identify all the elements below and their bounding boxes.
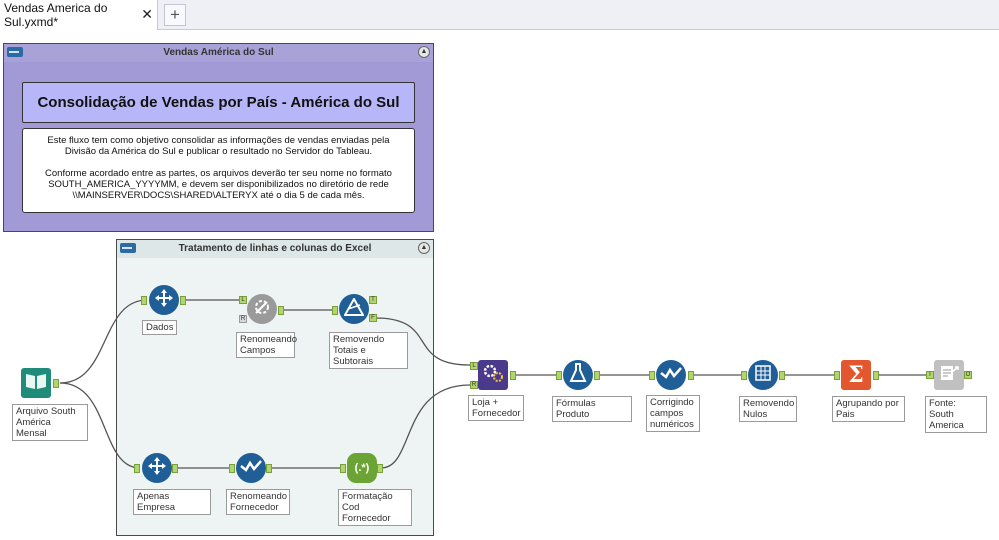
description-paragraph-1: Este fluxo tem como objetivo consolidar … — [47, 135, 390, 157]
data-cleansing-tool[interactable] — [748, 360, 778, 390]
comment-heading[interactable]: Consolidação de Vendas por País - Améric… — [22, 82, 415, 123]
input-anchor[interactable] — [229, 464, 235, 473]
output-anchor[interactable] — [779, 371, 785, 380]
comment-description[interactable]: Este fluxo tem como objetivo consolidar … — [22, 128, 415, 213]
formula-tool[interactable] — [563, 360, 593, 390]
input-anchor[interactable] — [834, 371, 840, 380]
book-icon — [25, 372, 47, 395]
input-anchor[interactable] — [340, 464, 346, 473]
output-anchor[interactable] — [377, 464, 383, 473]
input-anchor[interactable] — [141, 296, 147, 305]
container-icon — [120, 243, 136, 253]
container-header[interactable]: Tratamento de linhas e colunas do Excel … — [117, 240, 433, 258]
regex-icon: (.*) — [354, 462, 370, 474]
output-anchor[interactable] — [266, 464, 272, 473]
collapse-icon[interactable]: ▲ — [418, 242, 430, 254]
input-anchor[interactable]: I — [926, 371, 934, 379]
filter-triangle-icon — [343, 296, 365, 321]
select-arrows-icon — [147, 456, 167, 481]
description-paragraph-2: Conforme acordado entre as partes, os ar… — [45, 168, 392, 201]
output-anchor[interactable] — [510, 371, 516, 380]
sigma-icon: Σ — [848, 362, 864, 388]
gear-pencil-icon — [252, 297, 272, 322]
output-anchor[interactable] — [180, 296, 186, 305]
container-header[interactable]: Vendas América do Sul ▲ — [4, 44, 433, 62]
select-tool-renforn[interactable] — [236, 453, 266, 483]
tool-label: Fonte: South America — [925, 396, 987, 433]
tool-label: Dados — [142, 320, 177, 335]
dynamic-rename-tool[interactable] — [247, 294, 277, 324]
input-anchor[interactable] — [741, 371, 747, 380]
output-anchor[interactable]: O — [964, 371, 972, 379]
tool-label: Renomeando Campos — [236, 332, 297, 358]
select-arrows-icon — [154, 288, 174, 313]
tab-bar: Vendas America do Sul.yxmd* ✕ + — [0, 0, 999, 30]
join-gears-icon — [482, 362, 504, 389]
tool-label: Arquivo South América Mensal — [12, 404, 88, 441]
join-left-anchor[interactable]: L — [470, 362, 478, 370]
new-tab-button[interactable]: + — [164, 4, 186, 26]
select-tool-apenas[interactable] — [142, 453, 172, 483]
join-right-anchor[interactable]: R — [470, 381, 478, 389]
true-output-anchor[interactable]: T — [369, 296, 377, 304]
tool-label: Removendo Totais e Subtorais — [329, 332, 408, 369]
left-input-anchor[interactable]: L — [239, 296, 247, 304]
tool-label: Agrupando por Pais — [832, 396, 905, 422]
input-anchor[interactable] — [649, 371, 655, 380]
right-input-anchor[interactable]: R — [239, 315, 247, 323]
regex-tool[interactable]: (.*) — [347, 453, 377, 483]
output-anchor[interactable] — [278, 306, 284, 315]
output-anchor[interactable] — [594, 371, 600, 380]
tab-workflow[interactable]: Vendas America do Sul.yxmd* ✕ — [0, 0, 158, 30]
filter-tool[interactable] — [339, 294, 369, 324]
close-tab-icon[interactable]: ✕ — [141, 7, 153, 21]
output-anchor[interactable] — [53, 379, 59, 388]
container-title: Tratamento de linhas e colunas do Excel — [178, 243, 372, 254]
input-anchor[interactable] — [332, 306, 338, 315]
input-tool[interactable] — [21, 368, 51, 398]
select-tool-dados[interactable] — [149, 285, 179, 315]
tab-label: Vendas America do Sul.yxmd* — [4, 1, 108, 29]
container-icon — [7, 47, 23, 57]
data-cleanse-icon — [753, 363, 773, 388]
input-anchor[interactable] — [134, 464, 140, 473]
tool-label: Fórmulas Produto — [552, 396, 632, 422]
check-wave-icon — [660, 365, 682, 386]
tool-label: Apenas Empresa — [133, 489, 211, 515]
publish-to-tableau-tool[interactable] — [934, 360, 964, 390]
tool-label: Corrigindo campos numéricos — [646, 395, 700, 432]
publish-tableau-icon — [938, 363, 960, 388]
output-anchor[interactable] — [873, 371, 879, 380]
tool-label: Loja + Fornecedor — [468, 395, 524, 421]
input-anchor[interactable] — [556, 371, 562, 380]
output-anchor[interactable] — [688, 371, 694, 380]
check-wave-icon — [240, 458, 262, 479]
false-output-anchor[interactable]: F — [369, 314, 377, 322]
tool-label: Removendo Nulos — [739, 396, 797, 422]
output-anchor[interactable] — [172, 464, 178, 473]
summarize-tool[interactable]: Σ — [841, 360, 871, 390]
multi-field-tool[interactable] — [656, 360, 686, 390]
flask-icon — [569, 362, 587, 388]
tool-label: Renomeando Fornecedor — [226, 489, 290, 515]
collapse-icon[interactable]: ▲ — [418, 46, 430, 58]
container-title: Vendas América do Sul — [163, 47, 274, 58]
join-tool[interactable] — [478, 360, 508, 390]
tool-label: Formatação Cod Fornecedor — [338, 489, 412, 526]
